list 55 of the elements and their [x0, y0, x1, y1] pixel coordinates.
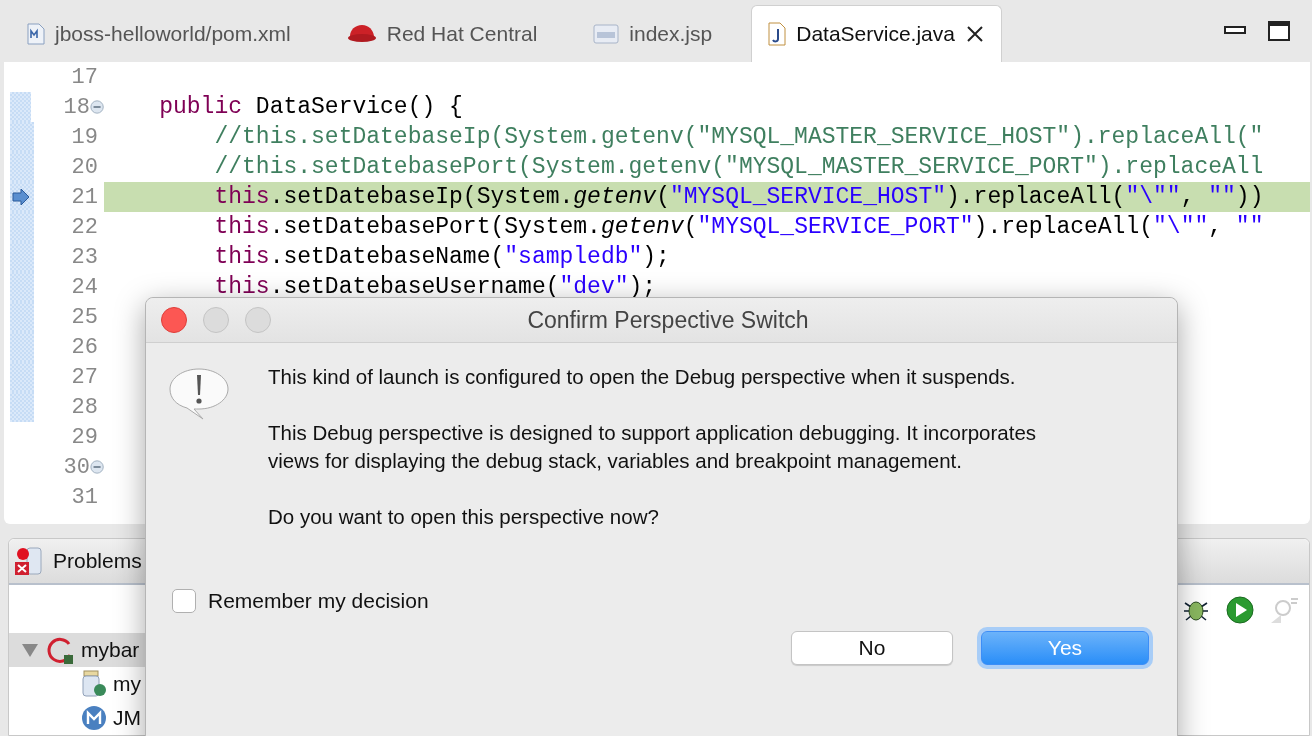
- line-number: 31: [70, 484, 98, 510]
- document-icon: [27, 23, 45, 45]
- line-number: 28: [70, 394, 98, 420]
- code-line: this.setDatebaseIp(System.getenv("MYSQL_SERVICE_HOST").replaceAll("\"", "")): [213, 184, 1264, 210]
- line-number: 30: [62, 454, 90, 480]
- line-number: 25: [70, 304, 98, 330]
- collapse-icon[interactable]: [89, 99, 104, 115]
- line-number: 22: [70, 214, 98, 240]
- line-number: 21: [70, 184, 98, 210]
- dialog-message: Do you want to open this perspective now?: [268, 504, 660, 530]
- line-number: 18: [62, 94, 90, 120]
- code-line: //this.setDatebaseIp(System.getenv("MYSQL_MASTER_SERVICE_HOST").replaceAll(": [213, 124, 1264, 150]
- maven-icon: [81, 705, 107, 731]
- code-line: this.setDatebasePort(System.getenv("MYSQL_SERVICE_PORT").replaceAll("\"", "": [213, 214, 1264, 240]
- line-number: 29: [70, 424, 98, 450]
- code-line: //this.setDatebasePort(System.getenv("MYSQL_MASTER_SERVICE_PORT").replaceAll: [213, 154, 1264, 180]
- line-number: 17: [70, 64, 98, 90]
- tree-item[interactable]: JM: [9, 701, 481, 735]
- problems-icon: [13, 546, 45, 576]
- line-number: 19: [70, 124, 98, 150]
- line-number: 24: [70, 274, 98, 300]
- dialog-title: Confirm Perspective Switch: [526, 306, 810, 334]
- line-number: 23: [70, 244, 98, 270]
- line-number: 20: [70, 154, 98, 180]
- code-line: this.setDatebaseUsername("dev");: [213, 274, 657, 300]
- dialog-message: This Debug perspective is designed to support application debugging. It incorporates views for displaying the debug stack, variables and breakpoint management.: [268, 420, 1038, 474]
- line-number: 27: [70, 364, 98, 390]
- editor-tab[interactable]: Red Hat Central: [329, 5, 555, 62]
- tree-item[interactable]: my: [9, 667, 481, 701]
- panel-tab[interactable]: Problems: [53, 549, 142, 573]
- expanded-arrow-icon[interactable]: [21, 641, 39, 659]
- alert-icon: [168, 367, 230, 421]
- maximize-icon[interactable]: [1268, 21, 1290, 41]
- editor-tab[interactable]: DataService.java: [751, 5, 1002, 62]
- line-number: 26: [70, 334, 98, 360]
- jar-icon: [81, 670, 107, 698]
- editor-tab[interactable]: jboss-helloworld/pom.xml: [10, 5, 308, 62]
- document-icon: [593, 23, 620, 45]
- close-button[interactable]: [161, 307, 187, 333]
- collapse-icon[interactable]: [89, 459, 104, 475]
- code-line: this.setDatebaseName("sampledb");: [213, 244, 670, 270]
- tab-label: Red Hat Central: [386, 22, 538, 46]
- dialog-message: This kind of launch is configured to open the Debug perspective when it suspends.: [268, 364, 1017, 390]
- tab-label: jboss-helloworld/pom.xml: [55, 22, 291, 46]
- tab-label: DataService.java: [796, 22, 955, 46]
- code-line: public DataService() {: [158, 94, 463, 120]
- hat-icon: [346, 23, 377, 45]
- java-file-icon: [768, 22, 787, 46]
- run-icon[interactable]: [1225, 595, 1255, 625]
- close-icon[interactable]: [964, 24, 985, 44]
- tab-label: index.jsp: [629, 22, 713, 46]
- project-icon: [45, 635, 75, 665]
- editor-tab[interactable]: index.jsp: [576, 5, 730, 62]
- remember-checkbox[interactable]: Remember my decision: [172, 589, 1177, 613]
- dialog-button[interactable]: No: [791, 631, 953, 665]
